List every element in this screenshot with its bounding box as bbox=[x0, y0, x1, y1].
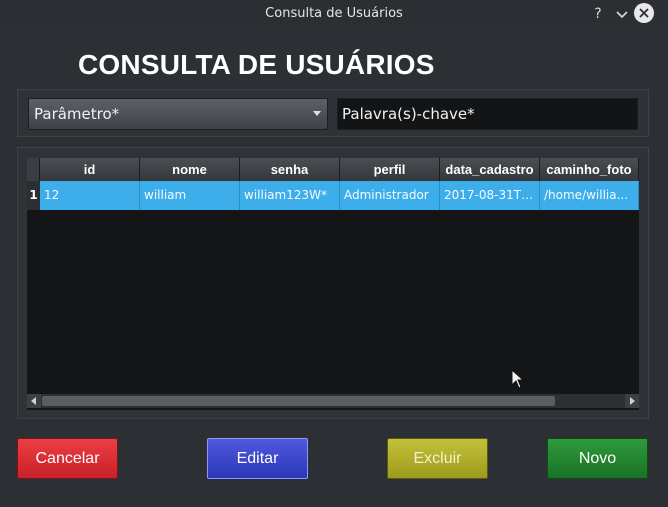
user-query-window: Consulta de Usuários ? CONSULTA DE USUÁR… bbox=[0, 0, 668, 507]
edit-button[interactable]: Editar bbox=[207, 438, 308, 479]
scroll-left-button[interactable] bbox=[27, 394, 41, 408]
column-header-caminho-foto[interactable]: caminho_foto bbox=[540, 158, 639, 181]
combo-arrow-icon bbox=[313, 111, 321, 116]
cancel-button[interactable]: Cancelar bbox=[17, 438, 118, 479]
row-number[interactable]: 1 bbox=[27, 181, 40, 210]
column-header-data-cadastro[interactable]: data_cadastro bbox=[440, 158, 540, 181]
close-icon[interactable] bbox=[634, 3, 654, 23]
column-header-senha[interactable]: senha bbox=[240, 158, 340, 181]
table-cell[interactable]: william bbox=[140, 181, 240, 210]
page-title: CONSULTA DE USUÁRIOS bbox=[78, 49, 435, 80]
scrollbar-thumb[interactable] bbox=[42, 396, 555, 406]
arrow-left-icon bbox=[31, 397, 36, 405]
table-cell[interactable]: Administrador bbox=[340, 181, 440, 210]
table-cell[interactable]: william123W* bbox=[240, 181, 340, 210]
delete-button[interactable]: Excluir bbox=[387, 438, 488, 479]
column-header-perfil[interactable]: perfil bbox=[340, 158, 440, 181]
column-header-id[interactable]: id bbox=[40, 158, 140, 181]
table-cell[interactable]: 2017-08-31T1... bbox=[440, 181, 540, 210]
mouse-cursor-icon bbox=[511, 368, 525, 393]
help-icon[interactable]: ? bbox=[588, 4, 608, 24]
window-title: Consulta de Usuários bbox=[265, 6, 403, 21]
new-button[interactable]: Novo bbox=[547, 438, 648, 479]
table-cell[interactable]: /home/willia... bbox=[540, 181, 639, 210]
column-header-nome[interactable]: nome bbox=[140, 158, 240, 181]
arrow-right-icon bbox=[630, 397, 635, 405]
parameter-select[interactable]: Parâmetro* bbox=[28, 98, 328, 130]
parameter-select-value: Parâmetro* bbox=[34, 105, 120, 123]
scroll-right-button[interactable] bbox=[625, 394, 639, 408]
results-table[interactable]: id nome senha perfil data_cadastro camin… bbox=[27, 158, 639, 410]
table-corner[interactable] bbox=[27, 158, 40, 181]
minimize-icon[interactable] bbox=[612, 4, 632, 24]
title-bar: Consulta de Usuários ? bbox=[0, 0, 668, 28]
horizontal-scrollbar[interactable] bbox=[27, 394, 639, 408]
keyword-input[interactable]: Palavra(s)-chave* bbox=[337, 98, 638, 130]
table-cell[interactable]: 12 bbox=[40, 181, 140, 210]
